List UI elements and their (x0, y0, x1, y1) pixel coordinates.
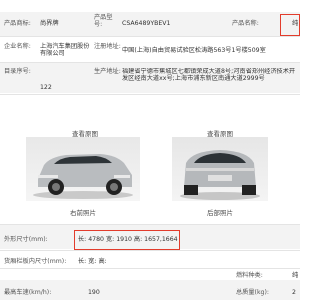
mass-value: 2 (292, 289, 296, 296)
front-right-car-photo[interactable] (26, 137, 140, 201)
row-divider (0, 94, 300, 95)
speed-value: 190 (88, 289, 100, 296)
brand-label: 产品商标: (4, 20, 31, 27)
cargo-value: 长: 宽: 高: (78, 258, 107, 265)
brand-value: 尚界牌 (40, 20, 59, 27)
row-divider (0, 268, 300, 269)
model-label: 产品型号: (94, 14, 113, 28)
catalog-label: 目录序号: (4, 68, 31, 75)
address-label: 注册地址: (94, 43, 121, 50)
page: { "top": { "brand_label": "产品商标:", "bran… (0, 0, 300, 300)
catalog-value: 122 (40, 84, 52, 91)
model-value: CSA6489YBEV1 (122, 20, 171, 27)
row-divider (0, 250, 300, 251)
rear-car-photo[interactable] (172, 137, 268, 201)
car-rear-illustration (180, 150, 260, 200)
production-label: 生产地址: (94, 68, 121, 75)
row-divider (0, 36, 300, 37)
product-name-value: 纯 (292, 20, 299, 27)
product-name-label: 产品名称: (232, 20, 259, 27)
fuel-value: 纯 (292, 272, 299, 279)
car-front-illustration (33, 154, 133, 199)
address-value: 中国(上海)自由贸易试验区松涛路563号1号楼509室 (122, 47, 266, 54)
fuel-label: 燃料种类: (236, 272, 263, 279)
cargo-label: 货厢栏板内尺寸(mm): (4, 258, 67, 265)
production-value: 福建省宁德市蕉城区七都镇荣成大道8号;河南省郑州经济技术开发区经南大道xx号;上… (122, 68, 296, 82)
dimensions-label: 外形尺寸(mm): (4, 236, 48, 243)
dimensions-value: 长: 4780 宽: 1910 高: 1657,1664 (78, 236, 178, 243)
front-right-caption: 右前照片 (70, 209, 96, 217)
rear-caption: 后部照片 (207, 209, 233, 217)
mass-label: 总质量(kg): (236, 289, 269, 296)
company-value: 上海汽车集团股份有限公司 (40, 43, 90, 57)
company-label: 企业名称: (4, 43, 31, 50)
speed-label: 最高车速(km/h): (4, 289, 52, 296)
